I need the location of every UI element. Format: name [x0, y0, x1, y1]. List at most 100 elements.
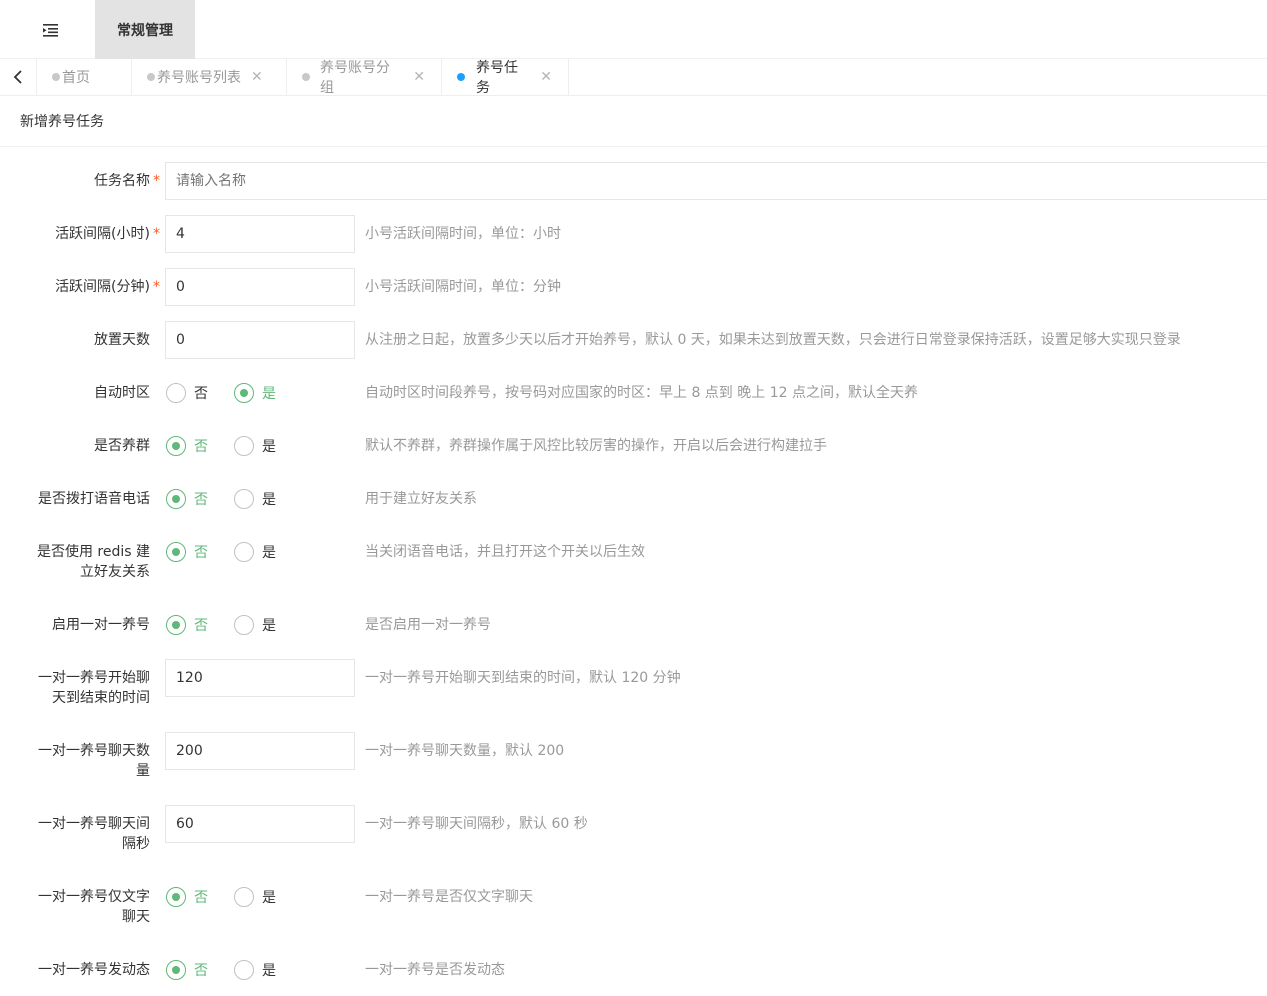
chat-interval-input[interactable]: 60 [165, 805, 355, 843]
required-mark: * [153, 226, 160, 242]
form-row-post-moments: 一对一养号发动态 否 是 一对一养号是否发动态 [0, 951, 1267, 989]
tab-dot-icon [52, 73, 60, 81]
form-row-raise-group: 是否养群 否 是 默认不养群，养群操作属于风控比较厉害的操作，开启以后会进行构建… [0, 427, 1267, 465]
post-moments-yes-radio[interactable]: 是 [234, 960, 276, 980]
form-row-chat-duration: 一对一养号开始聊 天到结束的时间 120 一对一养号开始聊天到结束的时间，默认 … [0, 659, 1267, 711]
label-line: 聊天 [122, 909, 150, 925]
close-icon[interactable]: ✕ [251, 70, 263, 84]
radio-label: 否 [194, 890, 208, 906]
tab-label: 养号账号分组 [320, 60, 390, 96]
chat-duration-input[interactable]: 120 [165, 659, 355, 697]
chat-interval-hint: 一对一养号聊天间隔秒，默认 60 秒 [365, 816, 588, 832]
tab-dot-icon [302, 73, 310, 81]
idle-days-label: 放置天数 [94, 332, 150, 348]
tab-dot-icon [457, 73, 465, 81]
raise-group-no-radio[interactable]: 否 [166, 436, 208, 456]
active-hours-input[interactable]: 4 [165, 215, 355, 253]
text-only-hint: 一对一养号是否仅文字聊天 [365, 889, 533, 905]
radio-circle [234, 436, 254, 456]
active-minutes-input[interactable]: 0 [165, 268, 355, 306]
radio-circle [166, 542, 186, 562]
chat-count-hint: 一对一养号聊天数量，默认 200 [365, 743, 565, 759]
radio-label: 是 [262, 618, 276, 634]
form-row-use-redis: 是否使用 redis 建 立好友关系 否 是 当关闭语音电话，并且打开这个开关以… [0, 533, 1267, 585]
label-line: 隔秒 [122, 836, 150, 852]
voice-call-label: 是否拨打语音电话 [38, 491, 150, 507]
radio-circle [166, 960, 186, 980]
nav-item-general-management[interactable]: 常规管理 [95, 0, 195, 59]
radio-label: 是 [262, 439, 276, 455]
active-hours-hint: 小号活跃间隔时间，单位：小时 [365, 226, 561, 242]
auto-timezone-label: 自动时区 [94, 385, 150, 401]
radio-circle [166, 489, 186, 509]
label-line: 是否使用 redis 建 [36, 544, 150, 560]
form-row-task-name: 任务名称 * 请输入名称 [0, 162, 1267, 200]
form-row-one-to-one: 启用一对一养号 否 是 是否启用一对一养号 [0, 606, 1267, 644]
auto-timezone-no-radio[interactable]: 否 [166, 383, 208, 403]
card-title: 新增养号任务 [0, 96, 1267, 147]
tab-label: 养号任务 [476, 60, 518, 96]
voice-call-yes-radio[interactable]: 是 [234, 489, 276, 509]
form-row-text-only: 一对一养号仅文字 聊天 否 是 一对一养号是否仅文字聊天 [0, 878, 1267, 930]
chat-count-label: 一对一养号聊天数 量 [0, 741, 150, 781]
one-to-one-yes-radio[interactable]: 是 [234, 615, 276, 635]
raise-group-yes-radio[interactable]: 是 [234, 436, 276, 456]
post-moments-hint: 一对一养号是否发动态 [365, 962, 505, 978]
close-icon[interactable]: ✕ [413, 70, 425, 84]
radio-circle [166, 887, 186, 907]
one-to-one-no-radio[interactable]: 否 [166, 615, 208, 635]
idle-days-input[interactable]: 0 [165, 321, 355, 359]
auto-timezone-yes-radio[interactable]: 是 [234, 383, 276, 403]
text-only-no-radio[interactable]: 否 [166, 887, 208, 907]
text-only-yes-radio[interactable]: 是 [234, 887, 276, 907]
label-line: 一对一养号仅文字 [38, 889, 150, 905]
radio-label: 是 [262, 545, 276, 561]
task-name-label: 任务名称 * [94, 173, 160, 189]
tab-label: 首页 [62, 70, 90, 86]
tab-home[interactable]: 首页 [37, 59, 132, 95]
use-redis-no-radio[interactable]: 否 [166, 542, 208, 562]
use-redis-yes-radio[interactable]: 是 [234, 542, 276, 562]
active-minutes-hint: 小号活跃间隔时间，单位：分钟 [365, 279, 561, 295]
label-line: 量 [136, 763, 150, 779]
close-icon[interactable]: ✕ [540, 70, 552, 84]
radio-label: 否 [194, 386, 208, 402]
radio-circle [166, 615, 186, 635]
text-only-label: 一对一养号仅文字 聊天 [0, 887, 150, 927]
label-line: 一对一养号聊天间 [38, 816, 150, 832]
tab-account-list[interactable]: 养号账号列表 ✕ [132, 59, 287, 95]
radio-label: 否 [194, 618, 208, 634]
radio-label: 否 [194, 439, 208, 455]
use-redis-hint: 当关闭语音电话，并且打开这个开关以后生效 [365, 544, 645, 560]
chat-count-input[interactable]: 200 [165, 732, 355, 770]
form-row-auto-timezone: 自动时区 否 是 自动时区时间段养号，按号码对应国家的时区：早上 8 点到 晚上… [0, 374, 1267, 412]
form-row-chat-interval: 一对一养号聊天间 隔秒 60 一对一养号聊天间隔秒，默认 60 秒 [0, 805, 1267, 857]
voice-call-no-radio[interactable]: 否 [166, 489, 208, 509]
chat-duration-hint: 一对一养号开始聊天到结束的时间，默认 120 分钟 [365, 670, 681, 686]
form-row-active-hours: 活跃间隔(小时) * 4 小号活跃间隔时间，单位：小时 [0, 215, 1267, 253]
top-header: 常规管理 [0, 0, 1267, 59]
post-moments-no-radio[interactable]: 否 [166, 960, 208, 980]
form-row-active-minutes: 活跃间隔(分钟) * 0 小号活跃间隔时间，单位：分钟 [0, 268, 1267, 306]
label-line: 一对一养号开始聊 [38, 670, 150, 686]
task-name-input[interactable]: 请输入名称 [165, 162, 1267, 200]
chat-interval-label: 一对一养号聊天间 隔秒 [0, 814, 150, 854]
radio-circle [234, 489, 254, 509]
radio-label: 是 [262, 963, 276, 979]
form-row-voice-call: 是否拨打语音电话 否 是 用于建立好友关系 [0, 480, 1267, 518]
radio-circle [234, 887, 254, 907]
tab-account-group[interactable]: 养号账号分组 ✕ [287, 59, 442, 96]
tab-label: 养号账号列表 [157, 70, 241, 86]
active-hours-label: 活跃间隔(小时) * [55, 226, 160, 242]
required-mark: * [153, 279, 160, 295]
tab-scroll-left-icon[interactable] [0, 59, 37, 95]
menu-toggle-icon[interactable] [40, 20, 62, 40]
form-row-idle-days: 放置天数 0 从注册之日起，放置多少天以后才开始养号，默认 0 天，如果未达到放… [0, 321, 1267, 359]
tab-task[interactable]: 养号任务 ✕ [442, 59, 569, 96]
radio-circle [166, 383, 186, 403]
label-line: 天到结束的时间 [52, 690, 150, 706]
radio-circle [166, 436, 186, 456]
radio-label: 否 [194, 545, 208, 561]
one-to-one-label: 启用一对一养号 [52, 617, 150, 633]
auto-timezone-hint: 自动时区时间段养号，按号码对应国家的时区：早上 8 点到 晚上 12 点之间，默… [365, 385, 918, 401]
